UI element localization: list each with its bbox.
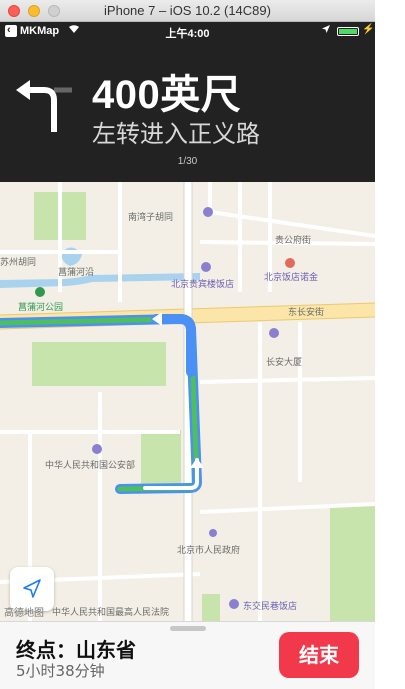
poi-marker <box>209 529 217 537</box>
status-time: 上午4:00 <box>165 28 210 40</box>
map-label: 北京饭店诺金 <box>264 273 319 283</box>
park-marker <box>35 287 45 297</box>
destination-title: 终点：山东省 <box>16 638 136 662</box>
simulator-window: iPhone 7 – iOS 10.2 (14C89) ‹ MKMap 上午4:… <box>0 0 375 689</box>
status-bar: ‹ MKMap 上午4:00 ⚡ <box>0 22 375 42</box>
turn-instruction: 左转进入正义路 <box>92 120 260 148</box>
map-label: 北京市人民政府 <box>177 546 241 556</box>
destination-card: 终点：山东省 5小时38分钟 结束 <box>0 621 375 689</box>
turn-left-arrow-icon <box>14 80 80 134</box>
window-title-bar: iPhone 7 – iOS 10.2 (14C89) <box>0 0 375 22</box>
map-label: 北京贵宾楼饭店 <box>171 280 235 290</box>
poi-marker <box>203 207 213 217</box>
map-label: 菖蒲河公园 <box>18 303 64 313</box>
window-margin <box>375 0 405 689</box>
navigation-banner: ‹ MKMap 上午4:00 ⚡ 400英尺 左转进入正义路 1/30 <box>0 22 375 182</box>
turn-distance: 400英尺 <box>92 73 242 117</box>
eta-text: 5小时38分钟 <box>16 662 105 680</box>
map-label: 苏州胡同 <box>0 258 37 268</box>
map-label: 东长安街 <box>288 308 325 318</box>
card-grabber-handle[interactable] <box>170 626 206 631</box>
map-canvas <box>0 182 375 622</box>
park-block <box>330 504 375 622</box>
window-title: iPhone 7 – iOS 10.2 (14C89) <box>104 3 271 18</box>
map-label: 长安大厦 <box>266 358 303 368</box>
map-view[interactable]: 南湾子胡同 贵公府街 苏州胡同 菖蒲河沿 北京贵宾楼饭店 北京饭店诺金 菖蒲河公… <box>0 182 375 622</box>
map-label: 中华人民共和国最高人民法院 <box>52 608 170 618</box>
poi-marker <box>201 262 211 272</box>
location-arrow-icon <box>321 24 331 37</box>
park-block <box>32 342 166 386</box>
poi-marker <box>285 258 295 268</box>
poi-marker <box>229 599 239 609</box>
map-legal-logo[interactable]: 高德地图 <box>4 604 44 619</box>
map-label: 南湾子胡同 <box>128 213 174 223</box>
poi-marker <box>269 328 279 338</box>
step-counter: 1/30 <box>177 156 198 167</box>
end-navigation-button[interactable]: 结束 <box>279 632 359 678</box>
map-label: 菖蒲河沿 <box>58 268 95 278</box>
poi-marker <box>92 444 102 454</box>
battery-icon <box>337 27 359 36</box>
park-block <box>141 430 181 488</box>
charging-bolt-icon: ⚡ <box>362 24 375 35</box>
map-label: 中华人民共和国公安部 <box>45 461 136 471</box>
map-label: 东交民巷饭店 <box>243 602 298 612</box>
map-label: 贵公府街 <box>275 236 312 246</box>
park-block <box>202 594 220 622</box>
